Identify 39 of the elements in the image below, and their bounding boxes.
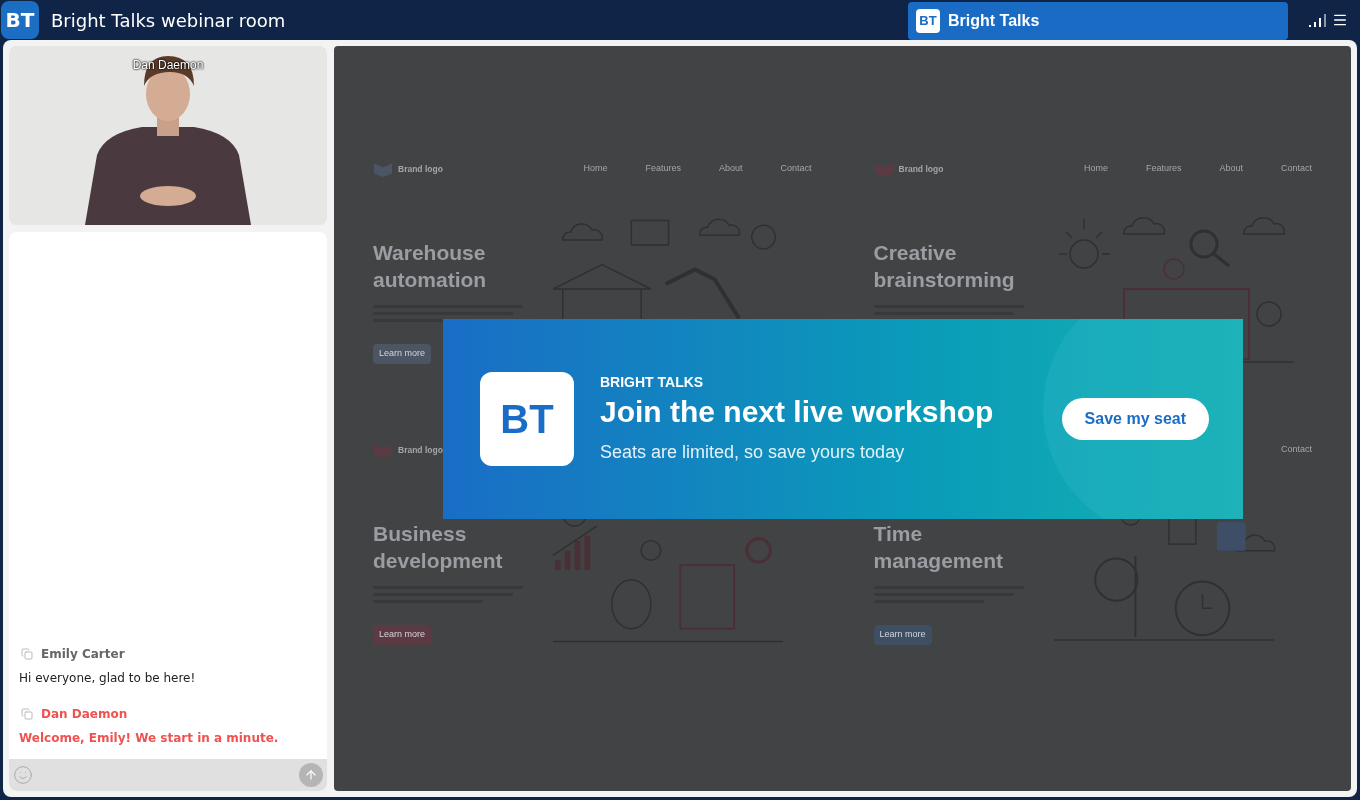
- banner-subtitle: Seats are limited, so save yours today: [600, 441, 906, 464]
- arrow-up-icon: [304, 768, 318, 782]
- message-text: Welcome, Emily! We start in a minute.: [19, 730, 280, 747]
- nav-link[interactable]: Features: [645, 162, 681, 176]
- brand-name: Brand logo: [398, 162, 443, 176]
- brand-name: Brand logo: [898, 162, 944, 176]
- banner-logo: BT: [480, 372, 574, 466]
- author-name: Emily Carter: [41, 646, 125, 663]
- learn-more-button[interactable]: Learn more: [373, 344, 432, 364]
- message-icon: [21, 708, 33, 720]
- signal-icon: [1308, 13, 1326, 27]
- slide-heading: Creative brainstorming: [873, 240, 1016, 293]
- nav-link[interactable]: Home: [1083, 162, 1108, 176]
- slide-heading: Warehouse automation: [373, 240, 488, 293]
- brand-tab[interactable]: BT Bright Talks: [908, 2, 1288, 40]
- learn-more-button[interactable]: Learn more: [873, 625, 932, 645]
- brand-name: Brand logo: [398, 443, 443, 457]
- banner-eyebrow: BRIGHT TALKS: [600, 373, 705, 392]
- nav-link[interactable]: Contact: [1280, 162, 1312, 176]
- nav-link[interactable]: Contact: [1280, 443, 1312, 457]
- author-name: Dan Daemon: [41, 706, 128, 723]
- nav-link[interactable]: Home: [583, 162, 608, 176]
- nav-link[interactable]: About: [718, 162, 743, 176]
- save-seat-button[interactable]: Save my seat: [1061, 398, 1209, 440]
- app-logo: BT: [1, 1, 39, 39]
- banner-title: Join the next live workshop: [600, 394, 994, 430]
- nav-link[interactable]: Features: [1145, 162, 1182, 176]
- nav-link[interactable]: About: [1219, 162, 1243, 176]
- learn-more-button[interactable]: Learn more: [373, 625, 432, 645]
- tab-logo: BT: [916, 9, 940, 33]
- send-button[interactable]: [299, 763, 323, 787]
- message-text: Hi everyone, glad to be here!: [19, 670, 197, 687]
- slide-heading: Time management: [873, 521, 1005, 574]
- nav-link[interactable]: Contact: [780, 162, 812, 176]
- emoji-icon[interactable]: [13, 765, 33, 785]
- slide-heading: Business development: [373, 521, 504, 574]
- message-icon: [21, 648, 33, 660]
- menu-icon[interactable]: [1332, 12, 1348, 28]
- window-title: Bright Talks webinar room: [51, 8, 286, 33]
